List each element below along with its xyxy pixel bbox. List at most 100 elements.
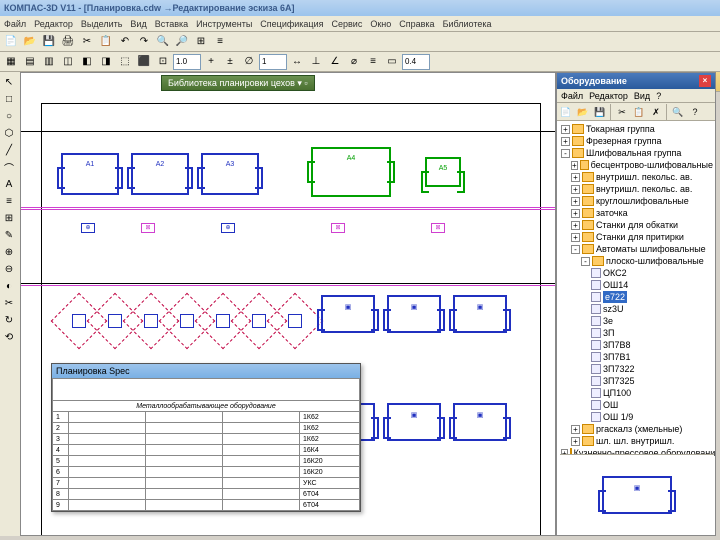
- toolbar-button[interactable]: ▤: [21, 53, 39, 71]
- toolbar-button[interactable]: ◨: [97, 53, 115, 71]
- toolbar-button[interactable]: 📋: [97, 33, 115, 51]
- toolbar-button[interactable]: ▥: [40, 53, 58, 71]
- tree-folder[interactable]: +шл. шл. внутришл.: [559, 435, 713, 447]
- expand-icon[interactable]: +: [571, 209, 580, 218]
- tool-button[interactable]: ◐: [1, 278, 17, 294]
- socket-symbol[interactable]: ⊕: [221, 223, 235, 233]
- toolbar-button[interactable]: ≡: [364, 53, 382, 71]
- tree-leaf[interactable]: 3П7В1: [559, 351, 713, 363]
- tree-leaf[interactable]: ОШ14: [559, 279, 713, 291]
- tree-folder[interactable]: +внутришл. пекольс. ав.: [559, 171, 713, 183]
- toolbar-button[interactable]: ◧: [78, 53, 96, 71]
- panel-cut-icon[interactable]: ✂: [614, 104, 630, 120]
- tool-button[interactable]: ⊕: [1, 244, 17, 260]
- machine-symbol[interactable]: ▣: [321, 295, 375, 333]
- toolbar-button[interactable]: 🔍: [154, 33, 172, 51]
- menu-insert[interactable]: Вставка: [155, 19, 188, 29]
- toolbar-button[interactable]: ⌀: [345, 53, 363, 71]
- toolbar-button[interactable]: ✂: [78, 33, 96, 51]
- table-row[interactable]: 86Т04: [53, 489, 360, 500]
- tool-button[interactable]: ⬡: [1, 125, 17, 141]
- panel-help-icon[interactable]: ?: [687, 104, 703, 120]
- expand-icon[interactable]: +: [571, 185, 580, 194]
- toolbar-button[interactable]: ↷: [135, 33, 153, 51]
- expand-icon[interactable]: +: [571, 425, 580, 434]
- tool-button[interactable]: ≡: [1, 193, 17, 209]
- expand-icon[interactable]: +: [571, 197, 580, 206]
- tree-folder[interactable]: -Автоматы шлифовальные: [559, 243, 713, 255]
- machine-symbol[interactable]: ▣: [453, 403, 507, 441]
- zoom-input[interactable]: [173, 54, 201, 70]
- menu-tools[interactable]: Инструменты: [196, 19, 252, 29]
- snap-input[interactable]: [259, 54, 287, 70]
- tool-button[interactable]: ✂: [1, 295, 17, 311]
- panel-menu-edit[interactable]: Редактор: [589, 91, 628, 101]
- tool-button[interactable]: ╱: [1, 142, 17, 158]
- panel-menu-view[interactable]: Вид: [634, 91, 650, 101]
- tree-leaf[interactable]: 3П7В8: [559, 339, 713, 351]
- tree-folder[interactable]: +бесцентрово-шлифовальные: [559, 159, 713, 171]
- toolbar-button[interactable]: 🔎: [173, 33, 191, 51]
- expand-icon[interactable]: +: [571, 173, 580, 182]
- tree-folder[interactable]: -плоско-шлифовальные: [559, 255, 713, 267]
- panel-menu-file[interactable]: Файл: [561, 91, 583, 101]
- menu-view[interactable]: Вид: [130, 19, 146, 29]
- tree-folder[interactable]: +Фрезерная группа: [559, 135, 713, 147]
- table-row[interactable]: 516К20: [53, 456, 360, 467]
- toolbar-button[interactable]: 💾: [40, 33, 58, 51]
- machine-symbol[interactable]: A1: [61, 153, 119, 195]
- expand-icon[interactable]: -: [581, 257, 590, 266]
- tree-folder[interactable]: +Токарная группа: [559, 123, 713, 135]
- library-dropdown[interactable]: Библиотека планировки цехов ▾ ▫: [161, 75, 315, 91]
- socket-symbol[interactable]: ⊠: [331, 223, 345, 233]
- tree-leaf[interactable]: 3e: [559, 315, 713, 327]
- tree-leaf[interactable]: ЦП100: [559, 387, 713, 399]
- toolbar-button[interactable]: ⊞: [192, 33, 210, 51]
- panel-copy-icon[interactable]: 📋: [631, 104, 647, 120]
- menu-library[interactable]: Библиотека: [443, 19, 492, 29]
- machine-symbol[interactable]: ▣: [387, 403, 441, 441]
- socket-symbol[interactable]: ⊕: [81, 223, 95, 233]
- toolbar-button[interactable]: 🖨: [59, 33, 77, 51]
- machine-symbol[interactable]: ▣: [387, 295, 441, 333]
- toolbar-button[interactable]: ±: [221, 53, 239, 71]
- panel-delete-icon[interactable]: ✗: [648, 104, 664, 120]
- close-icon[interactable]: ×: [699, 75, 711, 87]
- table-row[interactable]: 11К62: [53, 412, 360, 423]
- menu-file[interactable]: Файл: [4, 19, 26, 29]
- toolbar-button[interactable]: ⊡: [154, 53, 172, 71]
- tool-button[interactable]: ✎: [1, 227, 17, 243]
- table-row[interactable]: 21К62: [53, 423, 360, 434]
- tool-button[interactable]: ↻: [1, 312, 17, 328]
- tree-leaf[interactable]: e722: [559, 291, 713, 303]
- tree-folder[interactable]: +Станки для притирки: [559, 231, 713, 243]
- tree-folder[interactable]: +внутришл. пекольс. ав.: [559, 183, 713, 195]
- tree-leaf[interactable]: 3П: [559, 327, 713, 339]
- table-row[interactable]: 7УКС: [53, 478, 360, 489]
- toolbar-button[interactable]: ▭: [383, 53, 401, 71]
- table-row[interactable]: 31К62: [53, 434, 360, 445]
- tree-leaf[interactable]: ОШ 1/9: [559, 411, 713, 423]
- tool-button[interactable]: ○: [1, 108, 17, 124]
- tool-button[interactable]: ⌒: [1, 159, 17, 175]
- toolbar-button[interactable]: ∠: [326, 53, 344, 71]
- panel-new-icon[interactable]: 📄: [558, 104, 574, 120]
- expand-icon[interactable]: +: [571, 437, 580, 446]
- socket-symbol[interactable]: ⊠: [431, 223, 445, 233]
- tool-button[interactable]: ⊞: [1, 210, 17, 226]
- toolbar-button[interactable]: ◫: [59, 53, 77, 71]
- drawing-canvas[interactable]: Библиотека планировки цехов ▾ ▫ A1A2A3 A…: [20, 72, 556, 536]
- panel-save-icon[interactable]: 💾: [592, 104, 608, 120]
- machine-symbol[interactable]: A4: [311, 147, 391, 197]
- scale-input[interactable]: [402, 54, 430, 70]
- table-row[interactable]: 96Т04: [53, 500, 360, 511]
- panel-open-icon[interactable]: 📂: [575, 104, 591, 120]
- tree-leaf[interactable]: ОШ: [559, 399, 713, 411]
- panel-titlebar[interactable]: Оборудование ×: [557, 73, 715, 89]
- expand-icon[interactable]: +: [571, 233, 580, 242]
- toolbar-button[interactable]: ▦: [2, 53, 20, 71]
- table-row[interactable]: 616К20: [53, 467, 360, 478]
- tool-button[interactable]: ↖: [1, 74, 17, 90]
- spec-title[interactable]: Планировка Spec: [52, 364, 360, 378]
- tool-button[interactable]: ⊖: [1, 261, 17, 277]
